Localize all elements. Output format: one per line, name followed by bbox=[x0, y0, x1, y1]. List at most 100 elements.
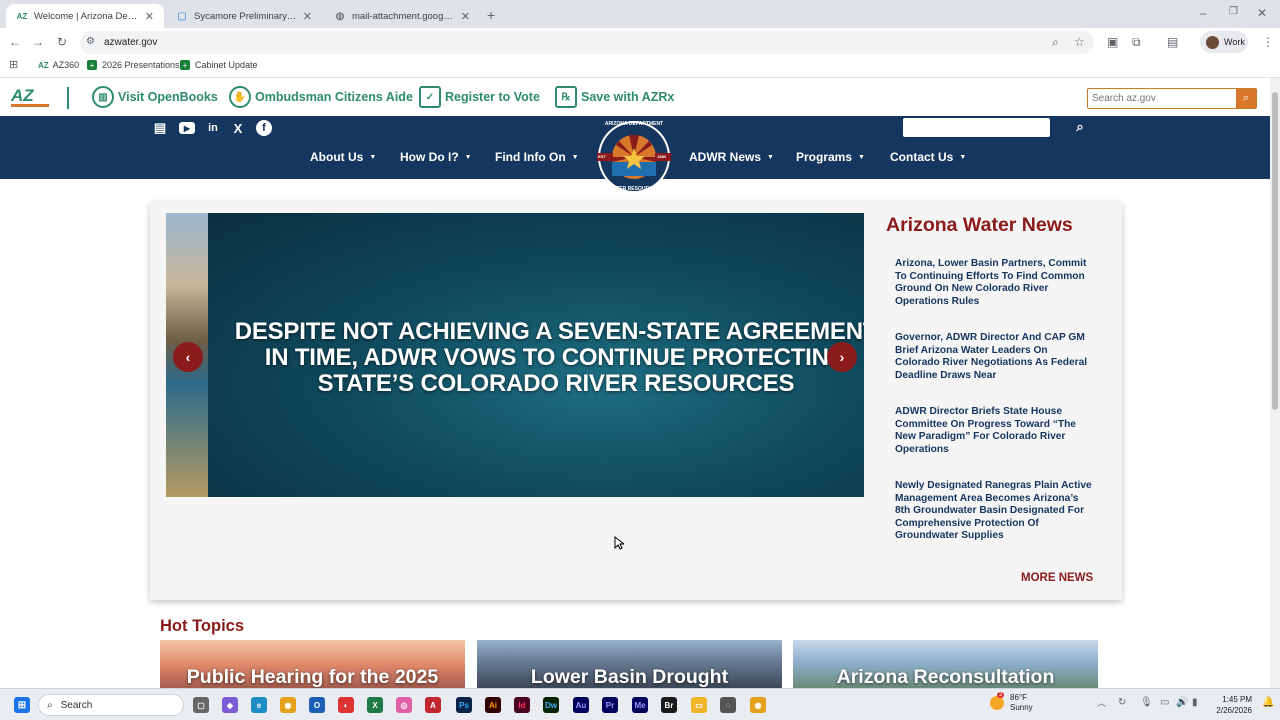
clock[interactable]: 1:45 PM 2/26/2026 bbox=[1212, 694, 1252, 716]
volume-icon[interactable]: 🔊 bbox=[1176, 698, 1188, 708]
minimize-icon[interactable]: – bbox=[1200, 7, 1207, 19]
image-icon[interactable]: ▣ bbox=[1107, 36, 1118, 48]
hot-topic-card[interactable]: Public Hearing for the 2025 bbox=[160, 640, 465, 688]
task-view-icon[interactable]: ▢ bbox=[193, 697, 209, 713]
new-tab-icon[interactable]: + bbox=[487, 8, 495, 22]
sidepanel-icon[interactable]: ▤ bbox=[1167, 36, 1178, 48]
link-label: Save with AZRx bbox=[581, 90, 675, 104]
youtube-icon[interactable]: ▶ bbox=[179, 122, 195, 134]
page-scrollbar[interactable] bbox=[1270, 78, 1280, 688]
browser-tab[interactable]: ▢ Sycamore Preliminary Hydrogra ✕ bbox=[166, 4, 322, 28]
news-item[interactable]: ADWR Director Briefs State House Committ… bbox=[895, 406, 1095, 456]
chevron-right-icon: › bbox=[839, 349, 845, 365]
acrobat-icon[interactable]: A bbox=[425, 697, 441, 713]
apps-grid-icon[interactable]: ⊞ bbox=[9, 60, 18, 71]
weather-widget[interactable]: 2 86°F Sunny bbox=[990, 692, 1033, 713]
url-text: azwater.gov bbox=[104, 37, 158, 48]
audition-icon[interactable]: Au bbox=[573, 697, 589, 713]
url-field[interactable]: ⚙ azwater.gov ⌕ ☆ bbox=[80, 31, 1094, 54]
site-search-input[interactable] bbox=[903, 118, 1050, 137]
more-news-link[interactable]: MORE NEWS bbox=[1021, 572, 1093, 584]
outlook-icon[interactable]: O bbox=[309, 697, 325, 713]
browser-tab-active[interactable]: AZ Welcome | Arizona Department ✕ bbox=[6, 4, 164, 28]
ombudsman-link[interactable]: ✋ Ombudsman Citizens Aide bbox=[229, 86, 413, 108]
weather-temp: 86°F bbox=[1010, 693, 1027, 702]
linkedin-icon[interactable]: in bbox=[205, 120, 221, 136]
chevron-up-icon[interactable]: ︿ bbox=[1097, 699, 1106, 708]
nav-adwr-news[interactable]: ADWR News ▼ bbox=[689, 150, 774, 164]
taskbar-search[interactable]: ⌕ Search bbox=[38, 694, 184, 716]
battery-icon[interactable]: ▮ bbox=[1192, 698, 1198, 708]
facebook-icon[interactable]: f bbox=[256, 120, 272, 136]
bookmark-label: Cabinet Update bbox=[195, 60, 258, 70]
search-icon[interactable]: ⌕ bbox=[1072, 119, 1088, 135]
forward-icon[interactable]: → bbox=[32, 36, 44, 48]
media-encoder-icon[interactable]: Me bbox=[632, 697, 648, 713]
carousel-next-button[interactable]: › bbox=[827, 342, 857, 372]
sync-icon[interactable]: ↻ bbox=[1118, 698, 1126, 708]
back-icon[interactable]: ← bbox=[9, 36, 21, 48]
premiere-icon[interactable]: Pr bbox=[602, 697, 618, 713]
ballot-icon: ✓ bbox=[419, 86, 441, 108]
news-item[interactable]: Arizona, Lower Basin Partners, Commit To… bbox=[895, 258, 1095, 308]
close-window-icon[interactable]: ✕ bbox=[1257, 7, 1267, 19]
adwr-seal-logo[interactable]: ARIZONA DEPARTMENT EST 1980 WATER RESOUR… bbox=[597, 120, 671, 194]
reload-icon[interactable]: ↻ bbox=[57, 36, 67, 48]
register-vote-link[interactable]: ✓ Register to Vote bbox=[419, 86, 540, 108]
edge-icon[interactable]: e bbox=[251, 697, 267, 713]
nav-programs[interactable]: Programs ▼ bbox=[796, 150, 865, 164]
photoshop-icon[interactable]: Ps bbox=[456, 697, 472, 713]
x-icon[interactable]: X bbox=[230, 120, 246, 136]
excel-icon[interactable]: X bbox=[367, 697, 383, 713]
notifications-icon[interactable]: 🔔 bbox=[1262, 698, 1274, 708]
windows-start-icon[interactable]: ⊞ bbox=[14, 697, 30, 713]
az-logo[interactable]: AZ bbox=[11, 87, 49, 107]
file-explorer-icon[interactable]: ▭ bbox=[691, 697, 707, 713]
site-info-icon[interactable]: ⚙ bbox=[86, 37, 95, 47]
carousel-prev-button[interactable]: ‹ bbox=[173, 342, 203, 372]
indesign-icon[interactable]: Id bbox=[514, 697, 530, 713]
nav-find-info[interactable]: Find Info On ▼ bbox=[495, 150, 579, 164]
app-icon[interactable]: ◌ bbox=[720, 697, 736, 713]
extensions-icon[interactable]: ⧉ bbox=[1132, 36, 1141, 48]
browser-tab[interactable]: ◍ mail-attachment.googleusercont ✕ bbox=[324, 4, 480, 28]
chrome-icon[interactable]: ◉ bbox=[280, 697, 296, 713]
menu-dots-icon[interactable]: ⋮ bbox=[1262, 36, 1274, 48]
close-tab-icon[interactable]: ✕ bbox=[145, 10, 154, 23]
close-tab-icon[interactable]: ✕ bbox=[303, 10, 312, 23]
hero-carousel[interactable]: DESPITE NOT ACHIEVING A SEVEN-STATE AGRE… bbox=[166, 213, 864, 497]
hot-topic-card[interactable]: Arizona Reconsultation bbox=[793, 640, 1098, 688]
bridge-icon[interactable]: Br bbox=[661, 697, 677, 713]
zoom-icon[interactable]: ⌕ bbox=[1052, 36, 1059, 48]
display-icon[interactable]: ▭ bbox=[1160, 698, 1169, 708]
bookmark-presentations[interactable]: + 2026 Presentations bbox=[87, 60, 180, 70]
bookmark-star-icon[interactable]: ☆ bbox=[1074, 36, 1085, 48]
copilot-icon[interactable]: ◆ bbox=[222, 697, 238, 713]
hot-topic-card[interactable]: Lower Basin Drought bbox=[477, 640, 782, 688]
dreamweaver-icon[interactable]: Dw bbox=[543, 697, 559, 713]
search-icon[interactable]: ⌕ bbox=[1236, 89, 1256, 108]
openbooks-link[interactable]: ▥ Visit OpenBooks bbox=[92, 86, 218, 108]
nav-about-us[interactable]: About Us ▼ bbox=[310, 150, 376, 164]
news-heading: Arizona Water News bbox=[886, 214, 1073, 236]
scrollbar-thumb[interactable] bbox=[1272, 92, 1278, 410]
azrx-link[interactable]: ℞ Save with AZRx bbox=[555, 86, 674, 108]
maximize-icon[interactable]: ❐ bbox=[1229, 7, 1238, 17]
nav-how-do-i[interactable]: How Do I? ▼ bbox=[400, 150, 472, 164]
bookmark-cabinet-update[interactable]: + Cabinet Update bbox=[180, 60, 258, 70]
mic-icon[interactable]: 🎙 bbox=[1140, 698, 1153, 708]
nav-contact-us[interactable]: Contact Us ▼ bbox=[890, 150, 966, 164]
close-tab-icon[interactable]: ✕ bbox=[461, 10, 470, 23]
news-item[interactable]: Governor, ADWR Director And CAP GM Brief… bbox=[895, 332, 1095, 382]
app-icon[interactable]: ◐ bbox=[338, 697, 354, 713]
news-icon[interactable]: ▤ bbox=[152, 120, 168, 136]
profile-button[interactable]: Work bbox=[1200, 31, 1248, 53]
bookmark-az360[interactable]: AZ AZ360 bbox=[38, 60, 79, 70]
az-search-input[interactable] bbox=[1088, 89, 1236, 108]
profile-label: Work bbox=[1224, 37, 1245, 47]
chrome-active-icon[interactable]: ◉ bbox=[750, 697, 766, 713]
caret-down-icon: ▼ bbox=[959, 153, 967, 161]
news-item[interactable]: Newly Designated Ranegras Plain Active M… bbox=[895, 480, 1095, 543]
photos-icon[interactable]: ◎ bbox=[396, 697, 412, 713]
illustrator-icon[interactable]: Ai bbox=[485, 697, 501, 713]
